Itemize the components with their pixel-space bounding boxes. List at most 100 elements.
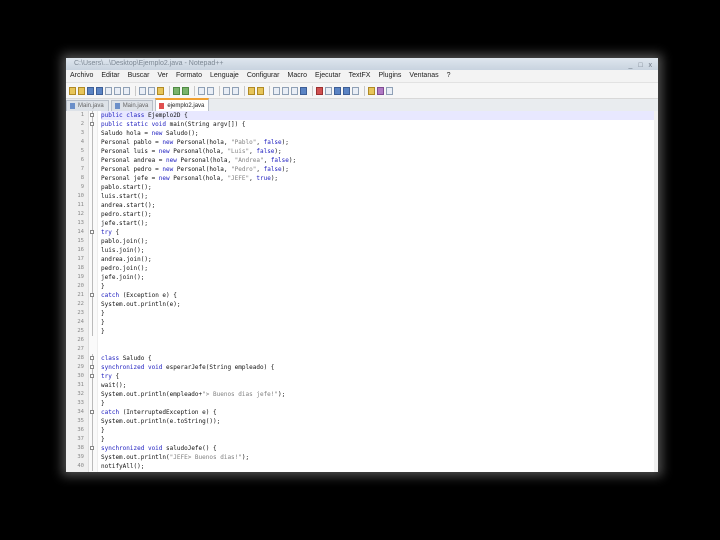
show-all-chars-icon[interactable]	[282, 86, 289, 95]
code-line[interactable]: luis.start();	[101, 192, 658, 201]
word-wrap-icon[interactable]	[273, 86, 280, 95]
menu-item[interactable]: Editar	[97, 70, 123, 82]
stop-macro-icon[interactable]	[325, 86, 332, 95]
code-line[interactable]: public static void main(String argv[]) {	[101, 120, 658, 129]
menu-item[interactable]: Formato	[172, 70, 206, 82]
menu-item[interactable]: Plugins	[374, 70, 405, 82]
code-line[interactable]: }	[101, 309, 658, 318]
indent-guide-icon[interactable]	[291, 86, 298, 95]
code-line[interactable]: pablo.join();	[101, 237, 658, 246]
code-line[interactable]: public class Ejemplo2D {	[101, 111, 658, 120]
code-area[interactable]: public class Ejemplo2D {public static vo…	[98, 111, 658, 472]
fold-toggle-icon[interactable]	[90, 374, 94, 378]
save-icon[interactable]	[87, 86, 94, 95]
code-line[interactable]	[101, 336, 658, 345]
fold-toggle-icon[interactable]	[90, 365, 94, 369]
language-icon[interactable]	[300, 86, 307, 95]
fold-marker[interactable]	[89, 111, 97, 120]
tab-file[interactable]: ejemplo2.java	[155, 98, 210, 111]
code-line[interactable]: System.out.println(empleado+"> Buenos di…	[101, 390, 658, 399]
close-all-icon[interactable]	[114, 86, 121, 95]
find-icon[interactable]	[198, 86, 205, 95]
tab-file[interactable]: Main.java	[110, 100, 154, 111]
undo-icon[interactable]	[173, 86, 180, 95]
paste-icon[interactable]	[157, 86, 164, 95]
replace-icon[interactable]	[207, 86, 214, 95]
menu-item[interactable]: Lenguaje	[206, 70, 243, 82]
menu-item[interactable]: ?	[443, 70, 455, 82]
tab-file[interactable]: Main.java	[66, 100, 109, 111]
redo-icon[interactable]	[182, 86, 189, 95]
code-line[interactable]: try {	[101, 372, 658, 381]
fold-marker[interactable]	[89, 444, 97, 453]
zoom-in-icon[interactable]	[223, 86, 230, 95]
sync-vertical-icon[interactable]	[248, 86, 255, 95]
code-line[interactable]: jefe.start();	[101, 219, 658, 228]
code-line[interactable]: catch (InterruptedException e) {	[101, 408, 658, 417]
code-line[interactable]: }	[101, 399, 658, 408]
fold-toggle-icon[interactable]	[90, 122, 94, 126]
code-line[interactable]: wait();	[101, 381, 658, 390]
save-all-icon[interactable]	[96, 86, 103, 95]
code-line[interactable]: Personal pedro = new Personal(hola, "Ped…	[101, 165, 658, 174]
code-line[interactable]	[101, 345, 658, 354]
fold-marker[interactable]	[89, 354, 97, 363]
menu-item[interactable]: Ejecutar	[311, 70, 345, 82]
play-macro-icon[interactable]	[334, 86, 341, 95]
code-line[interactable]: catch (Exception e) {	[101, 291, 658, 300]
code-line[interactable]: }	[101, 318, 658, 327]
code-line[interactable]: }	[101, 435, 658, 444]
tool-icon[interactable]	[377, 86, 384, 95]
code-line[interactable]: }	[101, 282, 658, 291]
code-line[interactable]: System.out.println(e);	[101, 300, 658, 309]
code-line[interactable]: notifyAll();	[101, 462, 658, 471]
code-line[interactable]: Personal luis = new Personal(hola, "Luis…	[101, 147, 658, 156]
menu-item[interactable]: Archivo	[66, 70, 97, 82]
vertical-scrollbar[interactable]	[654, 111, 658, 472]
fold-marker[interactable]	[89, 363, 97, 372]
code-line[interactable]: Personal andrea = new Personal(hola, "An…	[101, 156, 658, 165]
zoom-out-icon[interactable]	[232, 86, 239, 95]
code-line[interactable]: Personal pablo = new Personal(hola, "Pab…	[101, 138, 658, 147]
fold-marker[interactable]	[89, 372, 97, 381]
code-line[interactable]: System.out.println(e.toString());	[101, 417, 658, 426]
fold-toggle-icon[interactable]	[90, 113, 94, 117]
code-line[interactable]: andrea.start();	[101, 201, 658, 210]
code-editor[interactable]: 1 2 3 4 5 6 7 8 9 10 11 12 13 14 15 16 17 18 19 20 21 22 23 24 2…	[66, 111, 658, 472]
code-line[interactable]: andrea.join();	[101, 255, 658, 264]
fold-toggle-icon[interactable]	[90, 230, 94, 234]
fold-marker[interactable]	[89, 120, 97, 129]
close-icon[interactable]	[105, 86, 112, 95]
fold-marker[interactable]	[89, 228, 97, 237]
record-macro-icon[interactable]	[316, 86, 323, 95]
menu-item[interactable]: Configurar	[243, 70, 284, 82]
menu-item[interactable]: Macro	[284, 70, 311, 82]
spell-check-icon[interactable]	[386, 86, 393, 95]
fold-marker[interactable]	[89, 408, 97, 417]
open-file-icon[interactable]	[78, 86, 85, 95]
code-line[interactable]: Saludo hola = new Saludo();	[101, 129, 658, 138]
window-controls[interactable]: _ □ x	[628, 60, 654, 70]
code-line[interactable]: luis.join();	[101, 246, 658, 255]
print-icon[interactable]	[123, 86, 130, 95]
code-line[interactable]: System.out.println("JEFE> Buenos dias!")…	[101, 453, 658, 462]
run-macro-multiple-icon[interactable]	[343, 86, 350, 95]
code-line[interactable]: synchronized void saludoJefe() {	[101, 444, 658, 453]
new-file-icon[interactable]	[69, 86, 76, 95]
code-line[interactable]: pedro.join();	[101, 264, 658, 273]
fold-toggle-icon[interactable]	[90, 410, 94, 414]
copy-icon[interactable]	[148, 86, 155, 95]
menu-item[interactable]: Buscar	[124, 70, 154, 82]
cut-icon[interactable]	[139, 86, 146, 95]
code-line[interactable]: class Saludo {	[101, 354, 658, 363]
code-line[interactable]: jefe.join();	[101, 273, 658, 282]
sync-horizontal-icon[interactable]	[257, 86, 264, 95]
code-line[interactable]: synchronized void esperarJefe(String emp…	[101, 363, 658, 372]
code-line[interactable]: }	[101, 426, 658, 435]
plugin-icon[interactable]	[368, 86, 375, 95]
save-macro-icon[interactable]	[352, 86, 359, 95]
code-line[interactable]: pedro.start();	[101, 210, 658, 219]
fold-toggle-icon[interactable]	[90, 446, 94, 450]
menu-item[interactable]: Ventanas	[405, 70, 442, 82]
code-line[interactable]: try {	[101, 228, 658, 237]
